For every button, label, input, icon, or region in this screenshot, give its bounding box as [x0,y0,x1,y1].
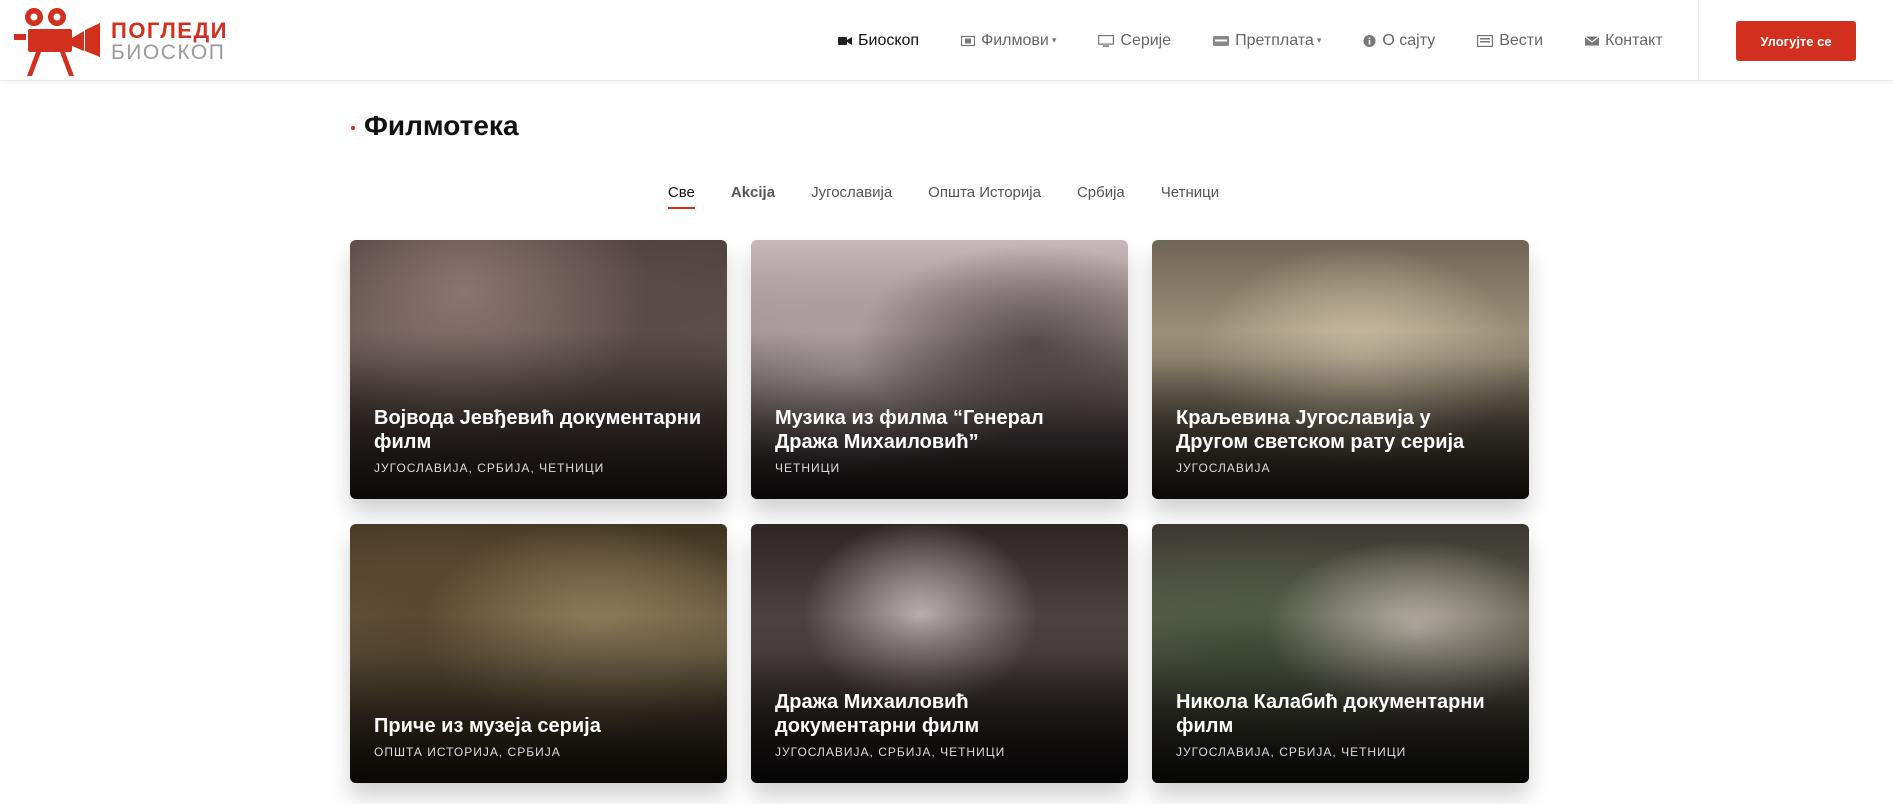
film-tags[interactable]: ЈУГОСЛАВИЈА, СРБИЈА, ЧЕТНИЦИ [374,461,604,475]
nav-label: Биоскоп [858,31,920,49]
nav-item-vesti[interactable]: Вести [1477,32,1543,50]
brand-name-line2[interactable]: БИОСКОП [111,41,225,65]
film-card[interactable]: Дража Михаиловић документарни филм ЈУГОС… [751,524,1128,783]
newspaper-icon [1477,34,1494,47]
nav-item-bioskop[interactable]: Биоскоп [838,32,919,50]
nav-item-filmovi[interactable]: Филмови ▾ [961,32,1056,50]
nav-item-serije[interactable]: Серије [1098,32,1171,50]
film-icon [961,35,976,46]
film-title[interactable]: Музика из филма “Генерал Дража Михаилови… [775,406,1104,454]
film-title[interactable]: Никола Калабић документарни филм [1176,690,1505,738]
filter-tabs: Све Akcija Југославија Општа Историја Ср… [0,184,1893,209]
tab-srbija[interactable]: Србија [1077,184,1125,209]
film-title[interactable]: Дража Михаиловић документарни филм [775,690,1104,738]
tab-sve[interactable]: Све [667,184,695,209]
film-tags[interactable]: ОПШТА ИСТОРИЈА, СРБИЈА [374,745,561,759]
film-card[interactable]: Музика из филма “Генерал Дража Михаилови… [751,240,1128,499]
film-tags[interactable]: ЈУГОСЛАВИЈА, СРБИЈА, ЧЕТНИЦИ [1176,745,1406,759]
nav-item-pretplata[interactable]: Претплата ▾ [1213,32,1321,50]
film-title[interactable]: Приче из музеја серија [374,714,703,738]
page-title: Филмотека [364,110,519,141]
envelope-icon [1585,36,1600,45]
film-title[interactable]: Војвода Јевђевић документарни филм [374,406,703,454]
chevron-down-icon: ▾ [1316,35,1322,45]
nav-item-kontakt[interactable]: Контакт [1585,32,1663,50]
film-card[interactable]: Приче из музеја серија ОПШТА ИСТОРИЈА, С… [350,524,727,783]
main-nav: Биоскоп Филмови ▾ Серије Претплата ▾ О с… [838,0,1705,81]
header-divider [1698,0,1699,81]
monitor-icon [1098,34,1115,47]
login-button[interactable]: Улогујте се [1736,21,1856,61]
film-tags[interactable]: ЧЕТНИЦИ [775,461,840,475]
film-tags[interactable]: ЈУГОСЛАВИЈА [1176,461,1271,475]
nav-label: Вести [1499,31,1544,49]
site-header: ПОГЛЕДИ БИОСКОП Биоскоп Филмови ▾ Серије [0,0,1893,81]
nav-label: Серије [1120,31,1172,49]
film-title[interactable]: Краљевина Југославија у Другом светском … [1176,406,1505,454]
video-camera-icon [838,36,852,45]
title-accent-dot [351,126,355,130]
credit-card-icon [1213,35,1230,46]
film-card[interactable]: Краљевина Југославија у Другом светском … [1152,240,1529,499]
nav-label: Контакт [1605,31,1663,49]
tab-cetnici[interactable]: Четници [1161,184,1219,209]
film-card[interactable]: Никола Калабић документарни филм ЈУГОСЛА… [1152,524,1529,783]
tab-akcija[interactable]: Akcija [731,184,775,209]
tab-jugoslavija[interactable]: Југославија [811,184,892,209]
nav-label: Филмови [981,31,1049,49]
film-card[interactable]: Војвода Јевђевић документарни филм ЈУГОС… [350,240,727,499]
chevron-down-icon: ▾ [1051,35,1057,45]
nav-label: О сајту [1382,31,1436,49]
nav-item-o-sajtu[interactable]: О сајту [1363,32,1435,50]
nav-label: Претплата [1235,31,1314,49]
info-icon [1363,34,1376,47]
tab-opsta-istorija[interactable]: Општа Историја [928,184,1041,209]
film-tags[interactable]: ЈУГОСЛАВИЈА, СРБИЈА, ЧЕТНИЦИ [775,745,1005,759]
